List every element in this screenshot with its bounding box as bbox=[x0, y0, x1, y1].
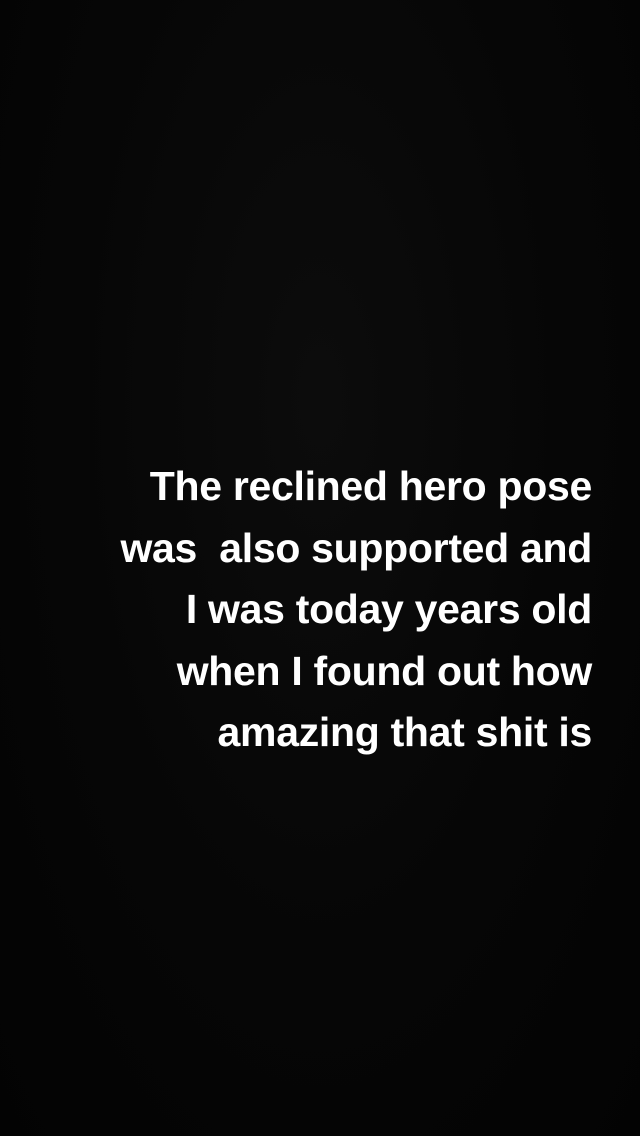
caption-line-4: when I found out how bbox=[176, 647, 593, 694]
caption-line-1: The reclined hero pose bbox=[149, 463, 593, 509]
caption-line-5: amazing that shit is bbox=[217, 709, 593, 755]
story-canvas[interactable]: The reclined hero pose was also supporte… bbox=[0, 0, 640, 1136]
caption-line-2: was also supported and bbox=[120, 524, 592, 571]
story-caption: The reclined hero pose was also supporte… bbox=[32, 456, 592, 764]
caption-line-3: I was today years old bbox=[185, 586, 592, 632]
